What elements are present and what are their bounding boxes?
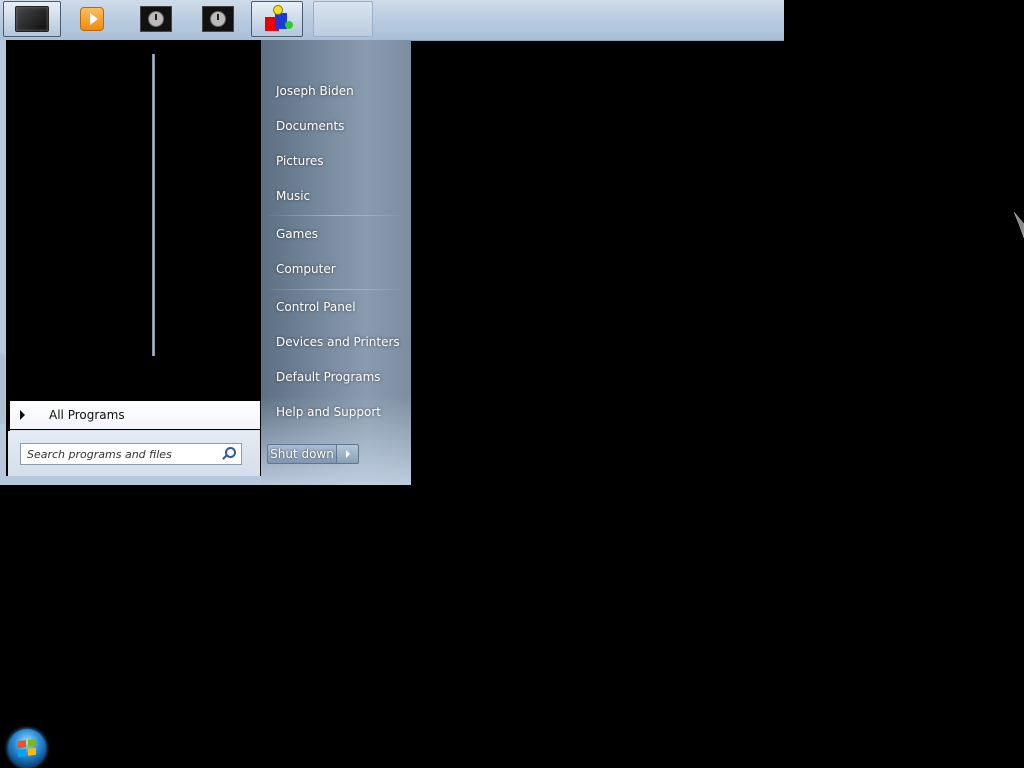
menu-item-default-programs[interactable]: Default Programs [276,370,381,384]
menu-separator [269,289,401,290]
left-pane-edge [0,354,5,424]
menu-item-music[interactable]: Music [276,189,310,203]
menu-separator [269,215,401,216]
start-menu-right-pane: Joseph Biden Documents Pictures Music Ga… [261,40,411,485]
taskbar-button-blocks-app[interactable] [251,1,303,37]
taskbar-button-media-player[interactable] [63,1,121,37]
menu-item-computer[interactable]: Computer [276,262,336,276]
menu-item-control-panel[interactable]: Control Panel [276,300,356,314]
all-programs-button[interactable]: All Programs [10,401,260,429]
taskbar [0,0,784,41]
taskbar-button-clock-1[interactable] [127,1,185,37]
desktop: All Programs Joseph Biden Documents Pict… [0,0,1024,768]
taskbar-button-terminal[interactable] [3,1,61,37]
clock-icon [140,6,172,32]
menu-item-user[interactable]: Joseph Biden [276,84,354,98]
triangle-right-icon [20,410,25,420]
left-pane-scrollbar[interactable] [152,54,155,356]
taskbar-button-empty[interactable] [313,1,373,37]
chevron-right-icon [345,450,350,458]
mouse-cursor-icon [1014,212,1024,238]
start-menu: All Programs Joseph Biden Documents Pict… [0,40,411,485]
search-input[interactable] [27,447,217,461]
shutdown-button[interactable]: Shut down [267,444,337,464]
media-player-icon [80,7,104,31]
menu-item-help-and-support[interactable]: Help and Support [276,405,381,419]
shutdown-control: Shut down [267,444,361,464]
search-icon[interactable] [221,447,236,461]
terminal-icon [15,6,49,32]
menu-item-games[interactable]: Games [276,227,318,241]
all-programs-label: All Programs [49,408,125,422]
start-button[interactable] [8,729,46,767]
taskbar-button-clock-2[interactable] [189,1,247,37]
menu-item-documents[interactable]: Documents [276,119,344,133]
menu-item-devices-and-printers[interactable]: Devices and Printers [276,335,400,349]
search-area [8,431,260,476]
windows-logo-icon [18,738,36,758]
blocks-icon [261,3,293,35]
menu-item-pictures[interactable]: Pictures [276,154,324,168]
shutdown-options-button[interactable] [337,444,359,464]
clock-icon [202,6,234,32]
search-box[interactable] [20,443,242,465]
